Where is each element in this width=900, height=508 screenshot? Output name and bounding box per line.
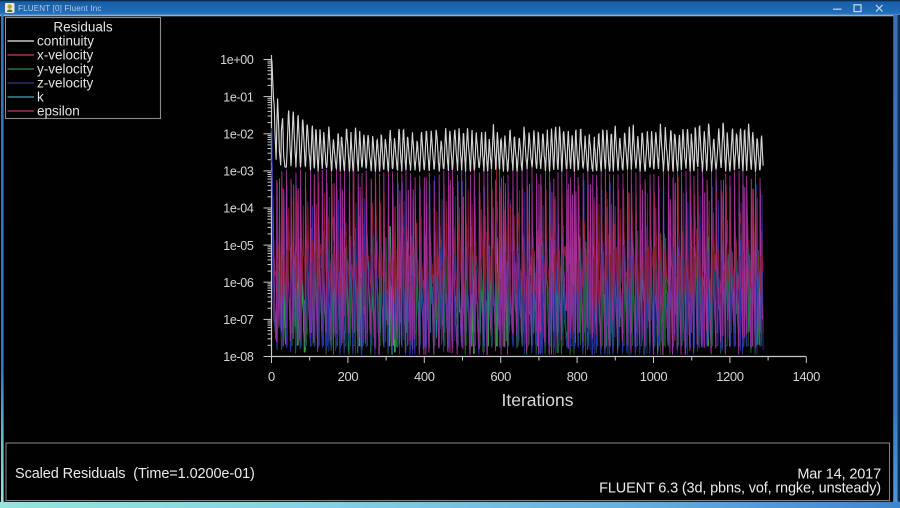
svg-text:1e-08: 1e-08 xyxy=(223,350,254,364)
svg-text:1e-01: 1e-01 xyxy=(223,90,254,104)
svg-text:200: 200 xyxy=(338,369,359,384)
svg-text:1e-04: 1e-04 xyxy=(223,202,254,216)
svg-text:epsilon: epsilon xyxy=(37,104,80,119)
svg-text:continuity: continuity xyxy=(37,34,94,49)
svg-text:1400: 1400 xyxy=(793,369,821,384)
svg-text:k: k xyxy=(37,90,44,105)
svg-text:1e+00: 1e+00 xyxy=(220,53,254,67)
svg-text:1e-06: 1e-06 xyxy=(223,276,254,290)
svg-text:1e-05: 1e-05 xyxy=(223,239,254,253)
svg-text:1e-07: 1e-07 xyxy=(223,313,254,327)
svg-text:1200: 1200 xyxy=(716,369,744,384)
svg-text:0: 0 xyxy=(268,369,275,384)
svg-text:1e-02: 1e-02 xyxy=(223,127,254,141)
svg-text:FLUENT [0] Fluent Inc: FLUENT [0] Fluent Inc xyxy=(18,4,102,13)
svg-text:FLUENT 6.3 (3d, pbns, vof, rng: FLUENT 6.3 (3d, pbns, vof, rngke, unstea… xyxy=(599,481,881,497)
svg-text:1e-03: 1e-03 xyxy=(223,165,254,179)
svg-text:z-velocity: z-velocity xyxy=(37,76,94,91)
svg-text:400: 400 xyxy=(414,369,435,384)
svg-text:800: 800 xyxy=(567,369,588,384)
svg-text:Iterations: Iterations xyxy=(502,390,574,410)
svg-text:x-velocity: x-velocity xyxy=(37,48,94,63)
svg-text:Scaled Residuals (Time=1.0200: Scaled Residuals (Time=1.0200e-01) xyxy=(15,466,255,482)
svg-text:1000: 1000 xyxy=(640,369,668,384)
svg-text:y-velocity: y-velocity xyxy=(37,62,94,77)
svg-text:600: 600 xyxy=(490,369,511,384)
svg-text:Residuals: Residuals xyxy=(53,20,113,35)
